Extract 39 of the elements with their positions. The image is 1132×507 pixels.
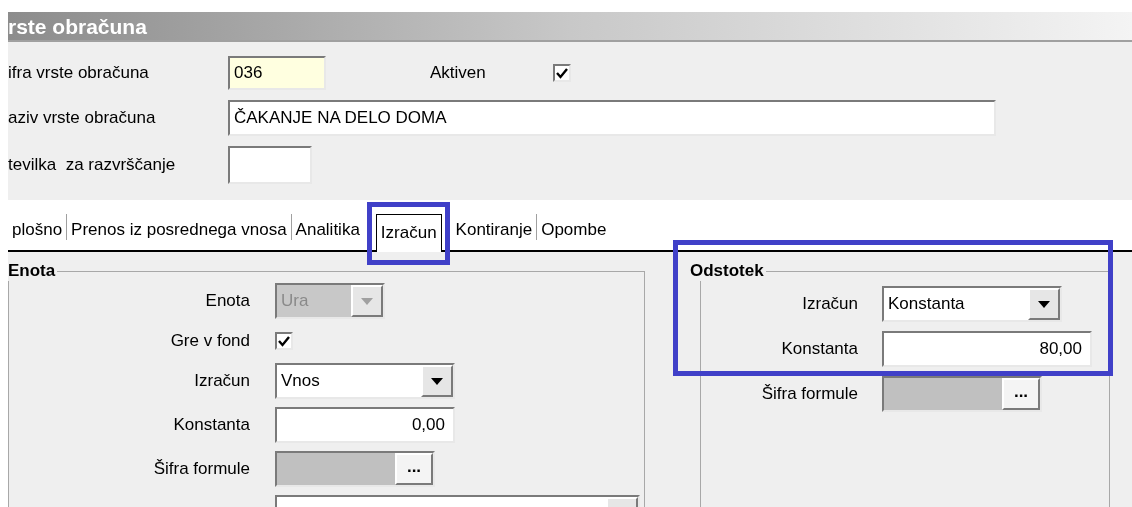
checkbox[interactable] <box>553 64 571 82</box>
number-field[interactable]: 80,00 <box>882 331 1092 367</box>
group-title: Odstotek <box>690 261 766 281</box>
formula-field[interactable]: ... <box>275 451 435 487</box>
field-label: Konstanta <box>781 338 858 361</box>
number-field[interactable]: 0,00 <box>275 407 455 443</box>
field-label: Šifra formule <box>153 458 250 481</box>
field-label: Gre v fond <box>170 330 250 353</box>
field-label: Šifra formule <box>761 383 858 406</box>
caret-icon <box>431 377 443 385</box>
tab[interactable]: Prenos iz posrednega vnosa <box>67 210 291 250</box>
field-label: aziv vrste obračuna <box>8 107 157 130</box>
caret-icon <box>1038 300 1050 308</box>
tab[interactable]: Analitika <box>291 210 364 250</box>
tab[interactable]: plošno <box>8 210 67 250</box>
tab[interactable]: Opombe <box>537 210 611 250</box>
browse-button[interactable]: ... <box>1002 378 1040 410</box>
dropdown-button[interactable] <box>1028 288 1060 320</box>
field-label: Izračun <box>802 293 858 316</box>
checkbox[interactable] <box>275 332 293 350</box>
caret-icon <box>361 297 373 305</box>
dropdown-field[interactable]: Konstanta <box>882 286 1062 322</box>
text-field[interactable]: ČAKANJE NA DELO DOMA <box>228 100 996 136</box>
dropdown-field[interactable]: Vnos <box>275 363 455 399</box>
tab[interactable]: Kontiranje <box>451 210 537 250</box>
group-title: Enota <box>8 261 58 281</box>
text-field[interactable]: 036 <box>228 56 326 90</box>
field-label: tevilka za razvrščanje <box>8 154 177 177</box>
formula-field[interactable]: ... <box>882 376 1042 412</box>
field-label: Konstanta <box>173 414 250 437</box>
field-label: Enota <box>205 290 250 313</box>
field-label: Izračun <box>194 370 250 393</box>
window-title: rste obračuna <box>8 12 1132 42</box>
browse-button[interactable]: ... <box>395 453 433 485</box>
field-label: ifra vrste obračuna <box>8 62 150 85</box>
tab[interactable]: Izračun <box>375 214 442 252</box>
dropdown-button[interactable] <box>421 365 453 397</box>
text-field[interactable] <box>228 146 312 184</box>
checkbox-label: Aktiven <box>430 62 487 85</box>
